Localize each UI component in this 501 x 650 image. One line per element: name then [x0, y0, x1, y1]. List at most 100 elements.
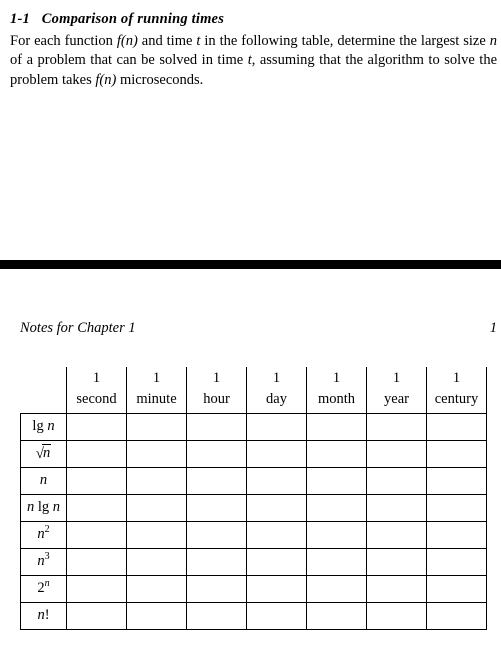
- row-label-nfact: n!: [21, 602, 67, 629]
- table-row: lg n: [21, 413, 487, 440]
- cell-empty: [307, 413, 367, 440]
- cell-empty: [427, 440, 487, 467]
- col-header-unit-2: hour: [187, 389, 247, 413]
- cell-empty: [367, 494, 427, 521]
- col-header-top-2: 1: [187, 367, 247, 390]
- cell-empty: [127, 575, 187, 602]
- row-label-sqrtn: √n: [21, 440, 67, 467]
- col-header-top-4: 1: [307, 367, 367, 390]
- cell-empty: [127, 413, 187, 440]
- cell-empty: [367, 467, 427, 494]
- cell-empty: [427, 575, 487, 602]
- cell-empty: [127, 602, 187, 629]
- prompt-text-2: and time: [138, 33, 197, 49]
- table-row: n2: [21, 521, 487, 548]
- cell-empty: [307, 521, 367, 548]
- prompt-text-6: microseconds.: [116, 72, 203, 88]
- col-header-top-1: 1: [127, 367, 187, 390]
- cell-empty: [307, 467, 367, 494]
- cell-empty: [187, 413, 247, 440]
- cell-empty: [427, 521, 487, 548]
- cell-empty: [367, 548, 427, 575]
- table-corner-blank-2: [21, 389, 67, 413]
- cell-empty: [367, 413, 427, 440]
- cell-empty: [247, 521, 307, 548]
- cell-empty: [307, 548, 367, 575]
- exercise-prompt: For each function f(n) and time t in the…: [10, 32, 497, 91]
- col-header-top-6: 1: [427, 367, 487, 390]
- exercise-number: 1-1: [10, 11, 30, 27]
- cell-empty: [127, 494, 187, 521]
- table-row: n lg n: [21, 494, 487, 521]
- row-label-nlgn: n lg n: [21, 494, 67, 521]
- page-number-fragment: 1: [490, 319, 497, 339]
- cell-empty: [247, 440, 307, 467]
- cell-empty: [247, 575, 307, 602]
- table-row: n: [21, 467, 487, 494]
- col-header-unit-1: minute: [127, 389, 187, 413]
- cell-empty: [67, 602, 127, 629]
- cell-empty: [427, 548, 487, 575]
- col-header-unit-6: century: [427, 389, 487, 413]
- col-header-unit-5: year: [367, 389, 427, 413]
- cell-empty: [67, 575, 127, 602]
- cell-empty: [247, 548, 307, 575]
- cell-empty: [307, 494, 367, 521]
- cell-empty: [187, 548, 247, 575]
- cell-empty: [127, 440, 187, 467]
- section-divider-rule: [0, 260, 501, 269]
- cell-empty: [67, 413, 127, 440]
- row-label-2n: 2n: [21, 575, 67, 602]
- prompt-text-3: in the following table, determine the la…: [200, 33, 489, 49]
- col-header-top-3: 1: [247, 367, 307, 390]
- table-row: √n: [21, 440, 487, 467]
- prompt-symbol-fn2: f(n): [95, 72, 116, 88]
- cell-empty: [367, 575, 427, 602]
- cell-empty: [247, 602, 307, 629]
- cell-empty: [67, 521, 127, 548]
- cell-empty: [187, 467, 247, 494]
- cell-empty: [127, 548, 187, 575]
- cell-empty: [247, 467, 307, 494]
- prompt-text-4: of a problem that can be solved in time: [10, 52, 248, 68]
- prompt-symbol-n: n: [490, 33, 497, 49]
- cell-empty: [67, 548, 127, 575]
- comparison-table: 1 1 1 1 1 1 1 second minute hour day mon…: [20, 367, 487, 630]
- table-row: n3: [21, 548, 487, 575]
- cell-empty: [367, 440, 427, 467]
- cell-empty: [127, 467, 187, 494]
- cell-empty: [67, 467, 127, 494]
- cell-empty: [67, 494, 127, 521]
- cell-empty: [127, 521, 187, 548]
- cell-empty: [307, 602, 367, 629]
- row-label-n2: n2: [21, 521, 67, 548]
- cell-empty: [247, 413, 307, 440]
- row-label-n: n: [21, 467, 67, 494]
- cell-empty: [427, 494, 487, 521]
- exercise-heading: 1-1 Comparison of running times: [10, 10, 497, 30]
- cell-empty: [427, 467, 487, 494]
- notes-for-chapter-label: Notes for Chapter 1: [20, 319, 136, 339]
- cell-empty: [307, 575, 367, 602]
- prompt-symbol-fn: f(n): [117, 33, 138, 49]
- cell-empty: [247, 494, 307, 521]
- col-header-top-0: 1: [67, 367, 127, 390]
- cell-empty: [187, 440, 247, 467]
- cell-empty: [187, 575, 247, 602]
- exercise-title: Comparison of running times: [42, 11, 224, 27]
- col-header-unit-4: month: [307, 389, 367, 413]
- cell-empty: [367, 521, 427, 548]
- cell-empty: [67, 440, 127, 467]
- table-row: 2n: [21, 575, 487, 602]
- row-label-n3: n3: [21, 548, 67, 575]
- cell-empty: [187, 494, 247, 521]
- col-header-unit-3: day: [247, 389, 307, 413]
- cell-empty: [367, 602, 427, 629]
- table-row: n!: [21, 602, 487, 629]
- cell-empty: [187, 602, 247, 629]
- col-header-unit-0: second: [67, 389, 127, 413]
- cell-empty: [307, 440, 367, 467]
- cell-empty: [427, 602, 487, 629]
- cell-empty: [427, 413, 487, 440]
- cell-empty: [187, 521, 247, 548]
